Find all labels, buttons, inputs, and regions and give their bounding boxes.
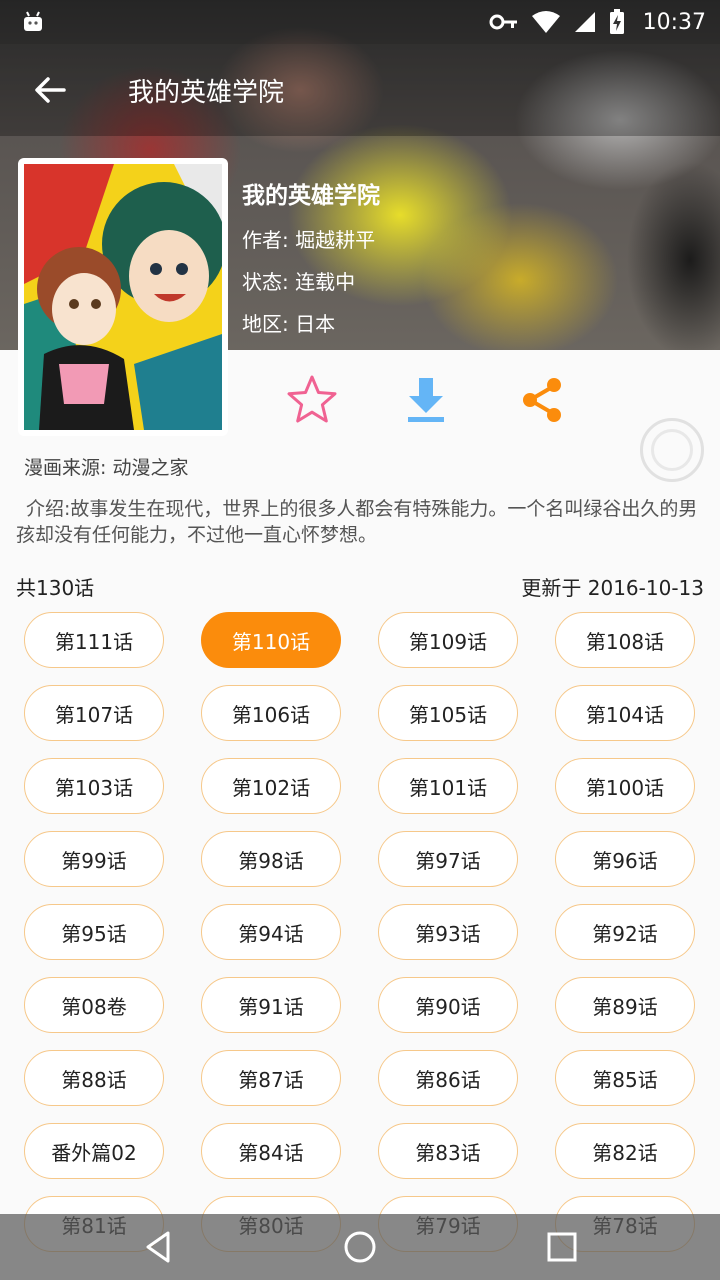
battery-charging-icon bbox=[609, 9, 624, 34]
chapter-chip[interactable]: 第85话 bbox=[555, 1050, 695, 1106]
chapter-chip[interactable]: 第91话 bbox=[201, 977, 341, 1033]
chapter-total: 共130话 bbox=[16, 576, 95, 600]
home-circle-icon[interactable] bbox=[341, 1228, 379, 1266]
back-triangle-icon[interactable] bbox=[140, 1228, 178, 1266]
status-clock: 10:37 bbox=[642, 9, 706, 35]
chapter-chip[interactable]: 第99话 bbox=[24, 831, 164, 887]
chapter-updated-date: 更新于 2016-10-13 bbox=[521, 576, 704, 600]
comic-source: 漫画来源: 动漫之家 bbox=[24, 457, 189, 479]
toolbar: 我的英雄学院 bbox=[0, 44, 720, 136]
chapter-chip[interactable]: 第111话 bbox=[24, 612, 164, 668]
chapter-chip[interactable]: 第08卷 bbox=[24, 977, 164, 1033]
chapter-chip[interactable]: 第86话 bbox=[378, 1050, 518, 1106]
chapter-chip[interactable]: 第89话 bbox=[555, 977, 695, 1033]
chapter-chip[interactable]: 第97话 bbox=[378, 831, 518, 887]
arrow-left-icon[interactable] bbox=[30, 70, 70, 110]
chapter-chip[interactable]: 第105话 bbox=[378, 685, 518, 741]
chapter-chip[interactable]: 第88话 bbox=[24, 1050, 164, 1106]
chapter-chip[interactable]: 第106话 bbox=[201, 685, 341, 741]
comic-cover[interactable] bbox=[18, 158, 228, 436]
key-icon bbox=[489, 14, 517, 30]
chapter-grid: 第111话 第110话 第109话 第108话第107话 第106话 第105话 第104话… bbox=[24, 612, 696, 1252]
android-icon bbox=[24, 11, 42, 31]
comic-author: 作者: 堀越耕平 bbox=[242, 228, 376, 252]
favorite-star-icon[interactable] bbox=[284, 372, 340, 428]
page-title: 我的英雄学院 bbox=[128, 78, 285, 108]
status-icons: 10:37 bbox=[489, 0, 706, 44]
chapter-chip[interactable]: 第102话 bbox=[201, 758, 341, 814]
comic-title: 我的英雄学院 bbox=[242, 183, 380, 209]
comic-intro: 介绍:故事发生在现代，世界上的很多人都会有特殊能力。一个名叫绿谷出久的男孩却没有… bbox=[16, 498, 698, 546]
chapter-chip[interactable]: 第94话 bbox=[201, 904, 341, 960]
chapter-chip[interactable]: 第104话 bbox=[555, 685, 695, 741]
chapter-chip[interactable]: 第84话 bbox=[201, 1123, 341, 1179]
chapter-chip[interactable]: 第109话 bbox=[378, 612, 518, 668]
chapter-chip[interactable]: 第83话 bbox=[378, 1123, 518, 1179]
chapter-chip[interactable]: 第108话 bbox=[555, 612, 695, 668]
chapter-chip[interactable]: 第107话 bbox=[24, 685, 164, 741]
chapter-chip[interactable]: 第100话 bbox=[555, 758, 695, 814]
chapter-chip[interactable]: 第92话 bbox=[555, 904, 695, 960]
chapter-chip[interactable]: 番外篇02 bbox=[24, 1123, 164, 1179]
cover-artwork bbox=[24, 164, 222, 430]
system-nav-bar bbox=[0, 1214, 720, 1280]
status-bar: 10:37 bbox=[0, 0, 720, 44]
chapter-chip[interactable]: 第98话 bbox=[201, 831, 341, 887]
floating-assist-button[interactable] bbox=[640, 418, 704, 482]
comic-status: 状态: 连载中 bbox=[242, 270, 356, 294]
recents-square-icon[interactable] bbox=[543, 1228, 581, 1266]
download-icon[interactable] bbox=[398, 372, 454, 428]
chapter-chip[interactable]: 第82话 bbox=[555, 1123, 695, 1179]
chapter-chip[interactable]: 第93话 bbox=[378, 904, 518, 960]
chapter-chip[interactable]: 第95话 bbox=[24, 904, 164, 960]
comic-info: 我的英雄学院 作者: 堀越耕平 状态: 连载中 地区: 日本 bbox=[242, 176, 380, 350]
chapter-chip[interactable]: 第87话 bbox=[201, 1050, 341, 1106]
chapter-chip[interactable]: 第101话 bbox=[378, 758, 518, 814]
share-icon[interactable] bbox=[514, 372, 570, 428]
wifi-icon bbox=[531, 11, 560, 33]
chapter-chip[interactable]: 第96话 bbox=[555, 831, 695, 887]
chapter-chip[interactable]: 第103话 bbox=[24, 758, 164, 814]
chapter-chip[interactable]: 第90话 bbox=[378, 977, 518, 1033]
signal-icon bbox=[574, 12, 595, 32]
comic-region: 地区: 日本 bbox=[242, 312, 336, 336]
chapter-chip[interactable]: 第110话 bbox=[201, 612, 341, 668]
